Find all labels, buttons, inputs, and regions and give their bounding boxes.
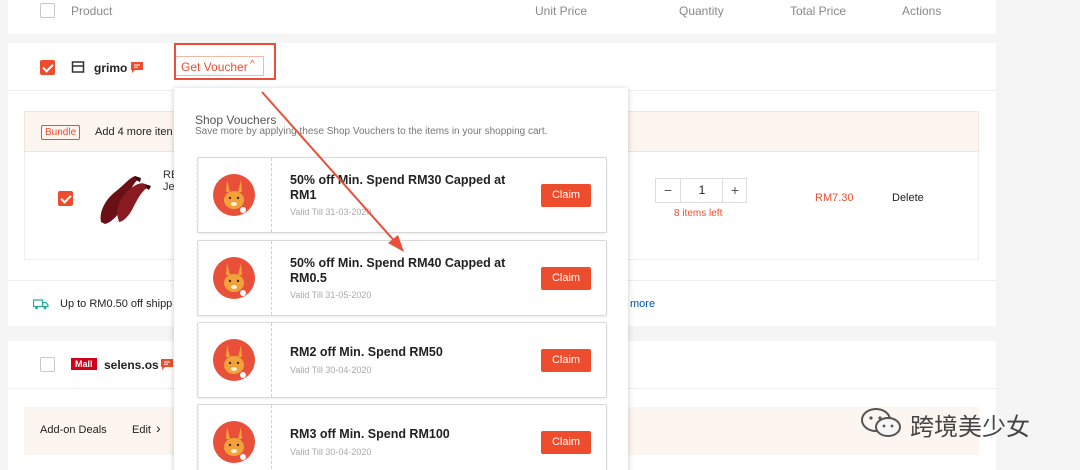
- voucher-validity: Valid Till 31-05-2020: [290, 290, 372, 300]
- shop-vouchers-popup: Shop Vouchers Save more by applying thes…: [174, 88, 628, 470]
- shop-checkbox-grimo[interactable]: [40, 60, 55, 75]
- item-checkbox[interactable]: [58, 191, 73, 206]
- voucher-card: RM2 off Min. Spend RM50 Valid Till 30-04…: [197, 322, 607, 398]
- voucher-logo-area: [197, 405, 272, 470]
- stock-left-text: 8 items left: [674, 208, 723, 219]
- quantity-value[interactable]: 1: [682, 179, 722, 202]
- shop-name-selens[interactable]: selens.os: [104, 358, 159, 372]
- addon-edit-link[interactable]: Edit: [132, 424, 151, 436]
- popup-subtitle: Save more by applying these Shop Voucher…: [195, 126, 548, 137]
- popup-title: Shop Vouchers: [195, 113, 277, 127]
- voucher-validity: Valid Till 31-03-2020: [290, 207, 372, 217]
- voucher-logo-area: [197, 323, 272, 397]
- select-all-checkbox[interactable]: [40, 3, 55, 18]
- voucher-card: RM3 off Min. Spend RM100 Valid Till 30-0…: [197, 404, 607, 470]
- rabbit-logo-icon: [213, 257, 255, 299]
- cart-header: Product Unit Price Quantity Total Price …: [8, 0, 996, 34]
- header-total-price: Total Price: [790, 4, 847, 18]
- bundle-text: Add 4 more iten: [95, 126, 173, 138]
- watermark: 跨境美少女: [858, 405, 1058, 441]
- claim-button[interactable]: Claim: [541, 184, 591, 207]
- chat-icon[interactable]: [130, 61, 144, 73]
- header-quantity: Quantity: [679, 4, 724, 18]
- rabbit-logo-icon: [213, 174, 255, 216]
- voucher-logo-area: [197, 241, 272, 315]
- voucher-title: RM2 off Min. Spend RM50: [290, 345, 443, 359]
- chat-icon[interactable]: [160, 358, 174, 370]
- store-icon: [71, 61, 85, 73]
- addon-deals-label: Add-on Deals: [40, 424, 107, 436]
- shoe-image[interactable]: [95, 172, 155, 228]
- claim-button[interactable]: Claim: [541, 349, 591, 372]
- wechat-icon: [861, 408, 901, 437]
- voucher-card: 50% off Min. Spend RM30 Capped at RM1 Va…: [197, 157, 607, 233]
- learn-more-link[interactable]: more: [630, 298, 655, 310]
- rabbit-logo-icon: [213, 339, 255, 381]
- quantity-stepper: − 1 +: [655, 178, 747, 203]
- voucher-logo-area: [197, 158, 272, 232]
- voucher-title: 50% off Min. Spend RM40 Capped at RM0.5: [290, 256, 506, 285]
- voucher-validity: Valid Till 30-04-2020: [290, 447, 372, 457]
- shop-name-grimo[interactable]: grimo: [94, 61, 127, 75]
- item-name-fragment-2: Je: [163, 181, 175, 193]
- annotation-highlight-box: [174, 43, 276, 80]
- voucher-title: RM3 off Min. Spend RM100: [290, 427, 450, 441]
- item-total-price: RM7.30: [815, 192, 854, 204]
- mall-badge: Mall: [71, 358, 97, 370]
- rabbit-logo-icon: [213, 421, 255, 463]
- chevron-right-icon: ›: [156, 420, 161, 436]
- voucher-card: 50% off Min. Spend RM40 Capped at RM0.5 …: [197, 240, 607, 316]
- header-product: Product: [71, 4, 113, 18]
- header-actions: Actions: [902, 4, 942, 18]
- increment-button[interactable]: +: [722, 179, 747, 202]
- claim-button[interactable]: Claim: [541, 431, 591, 454]
- bundle-badge: Bundle: [41, 125, 81, 140]
- header-unit-price: Unit Price: [535, 4, 588, 18]
- voucher-title: 50% off Min. Spend RM30 Capped at RM1: [290, 173, 506, 202]
- truck-icon: [33, 299, 49, 310]
- shop-checkbox-selens[interactable]: [40, 357, 55, 372]
- voucher-validity: Valid Till 30-04-2020: [290, 365, 372, 375]
- shipping-discount-text: Up to RM0.50 off shipp: [60, 298, 173, 310]
- claim-button[interactable]: Claim: [541, 267, 591, 290]
- delete-link[interactable]: Delete: [892, 192, 924, 204]
- watermark-text: 跨境美少女: [910, 413, 1030, 441]
- decrement-button[interactable]: −: [656, 179, 681, 202]
